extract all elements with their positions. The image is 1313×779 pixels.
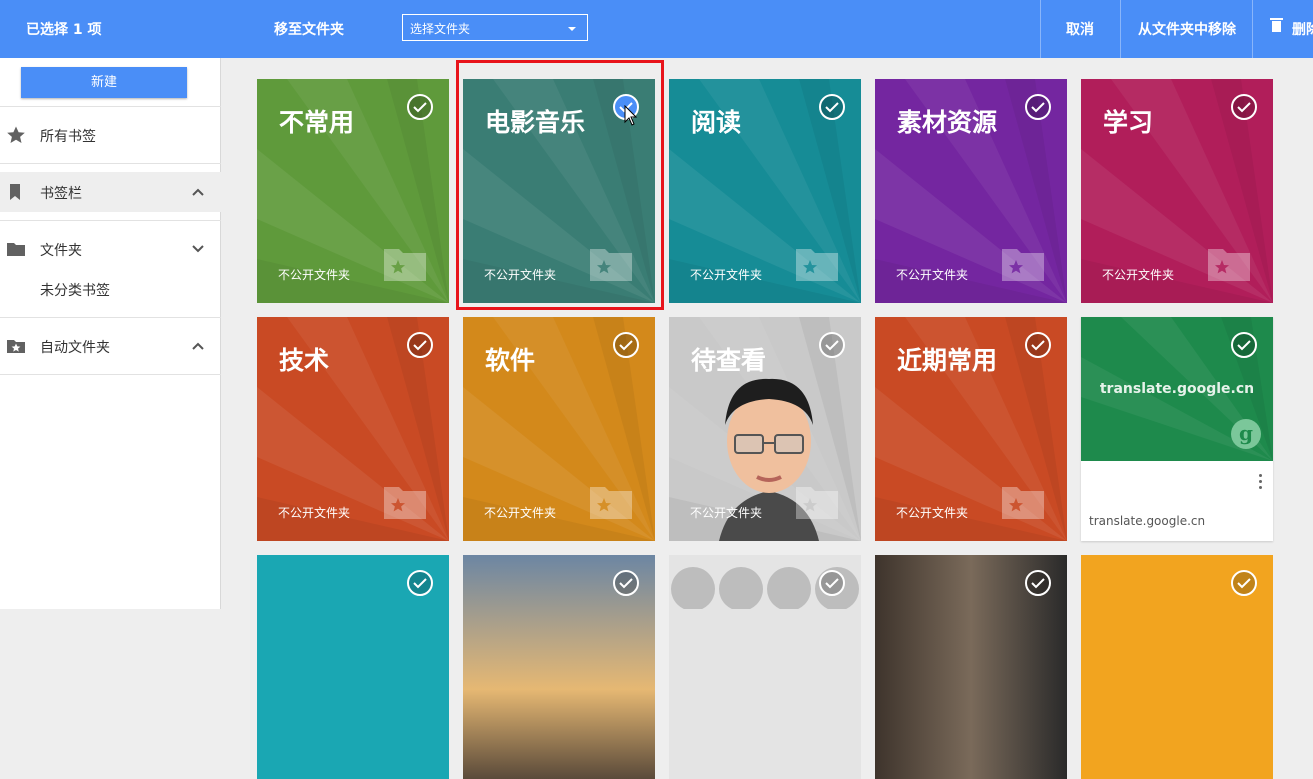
select-checkbox[interactable] [1231,570,1257,596]
divider [0,374,221,375]
divider [1040,0,1041,58]
folder-tile[interactable]: 待查看 不公开文件夹 [669,317,861,541]
remove-from-folder-button[interactable]: 从文件夹中移除 [1138,19,1236,39]
select-checkbox[interactable] [1025,332,1051,358]
chevron-up-icon[interactable] [191,185,205,199]
folder-visibility: 不公开文件夹 [896,506,969,520]
sidebar-item-label: 所有书签 [40,129,96,145]
folder-visibility: 不公开文件夹 [278,268,351,282]
delete-button[interactable]: 删除 [1292,19,1313,39]
divider [1252,0,1253,58]
select-checkbox[interactable] [613,332,639,358]
folder-select[interactable]: 选择文件夹 [402,14,588,41]
sidebar-item-label: 文件夹 [40,243,82,259]
folder-visibility: 不公开文件夹 [896,268,969,282]
select-checkbox[interactable] [819,94,845,120]
select-checkbox[interactable] [407,570,433,596]
folder-tile[interactable]: 不常用 不公开文件夹 [257,79,449,303]
folder-title: 近期常用 [897,346,998,375]
folder-tile[interactable]: 素材资源不公开文件夹 [875,79,1067,303]
select-checkbox[interactable] [1025,94,1051,120]
select-checkbox[interactable] [1231,94,1257,120]
select-checkbox[interactable] [819,570,845,596]
star-folder-icon [796,487,838,519]
star-folder-icon [1002,487,1044,519]
divider [0,220,221,221]
selected-count: 已选择 1 项 [26,22,102,38]
folder-tile[interactable]: 阅读 不公开文件夹 [669,79,861,303]
more-options-icon[interactable] [1259,474,1263,492]
chevron-down-icon[interactable] [191,242,205,256]
folder-visibility: 不公开文件夹 [690,506,763,520]
star-folder-icon [384,487,426,519]
star-folder-icon [1208,249,1250,281]
divider [0,163,221,164]
star-folder-icon [7,340,25,353]
sidebar-item-bookmarks-bar[interactable]: 书签栏 [0,172,221,212]
trash-icon[interactable] [1270,18,1283,32]
sidebar: 新建 所有书签 书签栏 文件夹 未分类书签 自动文件夹 [0,58,221,609]
folder-title: 待查看 [691,346,767,375]
folder-icon [7,243,25,256]
divider [0,106,221,107]
bookmark-card-translate[interactable]: translate.google.cn g translate.google.c… [1081,317,1273,541]
divider [1120,0,1121,58]
folder-tile[interactable]: 近期常用不公开文件夹 [875,317,1067,541]
folder-title: 素材资源 [897,108,998,137]
select-checkbox[interactable] [1231,332,1257,358]
caret-down-icon [568,27,576,31]
select-checkbox[interactable] [613,570,639,596]
bookmark-card-url: translate.google.cn [1089,514,1206,528]
chevron-up-icon[interactable] [191,339,205,353]
star-icon [7,126,25,143]
cancel-button[interactable]: 取消 [1066,19,1094,39]
star-folder-icon [384,249,426,281]
sidebar-item-auto-folders[interactable]: 自动文件夹 [0,326,221,366]
selection-highlight-frame [456,60,664,310]
folder-tile-partial[interactable] [1081,555,1273,779]
selection-toolbar: 已选择 1 项 移至文件夹 选择文件夹 取消 从文件夹中移除 删除 [0,0,1313,58]
folder-tile-partial[interactable] [257,555,449,779]
bookmark-tile-partial[interactable] [463,555,655,779]
select-checkbox[interactable] [407,94,433,120]
folder-title: 阅读 [691,108,742,137]
new-button[interactable]: 新建 [21,67,187,98]
sidebar-item-folders[interactable]: 文件夹 [0,229,221,269]
folder-tile[interactable]: 技术 不公开文件夹 [257,317,449,541]
folder-visibility: 不公开文件夹 [1102,268,1175,282]
divider [0,317,221,318]
folder-visibility: 不公开文件夹 [690,268,763,282]
folder-title: 不常用 [279,108,355,137]
select-checkbox[interactable] [407,332,433,358]
select-checkbox[interactable] [819,332,845,358]
folder-select-value: 选择文件夹 [410,22,471,36]
star-folder-icon [796,249,838,281]
bookmark-tile-partial[interactable] [669,555,861,779]
folder-visibility: 不公开文件夹 [484,506,557,520]
folder-tile[interactable]: 学习 不公开文件夹 [1081,79,1273,303]
sidebar-item-label: 书签栏 [40,186,82,202]
mouse-cursor-icon [624,105,638,126]
move-to-folder-label: 移至文件夹 [274,22,344,38]
select-checkbox[interactable] [1025,570,1051,596]
bookmark-card-preview: translate.google.cn g [1081,317,1273,461]
sidebar-item-all-bookmarks[interactable]: 所有书签 [0,115,221,155]
folder-visibility: 不公开文件夹 [278,506,351,520]
sidebar-item-uncategorized[interactable]: 未分类书签 [40,280,110,300]
star-folder-icon [1002,249,1044,281]
folder-title: 软件 [485,346,536,375]
google-translate-icon: g [1231,419,1261,449]
star-folder-icon [590,487,632,519]
sidebar-item-label: 自动文件夹 [40,340,110,356]
bookmark-icon [10,184,20,200]
folder-tile[interactable]: 软件 不公开文件夹 [463,317,655,541]
bookmark-tile-partial[interactable] [875,555,1067,779]
bookmark-card-site: translate.google.cn [1099,381,1255,397]
folder-title: 技术 [279,346,330,375]
folder-title: 学习 [1103,108,1154,137]
